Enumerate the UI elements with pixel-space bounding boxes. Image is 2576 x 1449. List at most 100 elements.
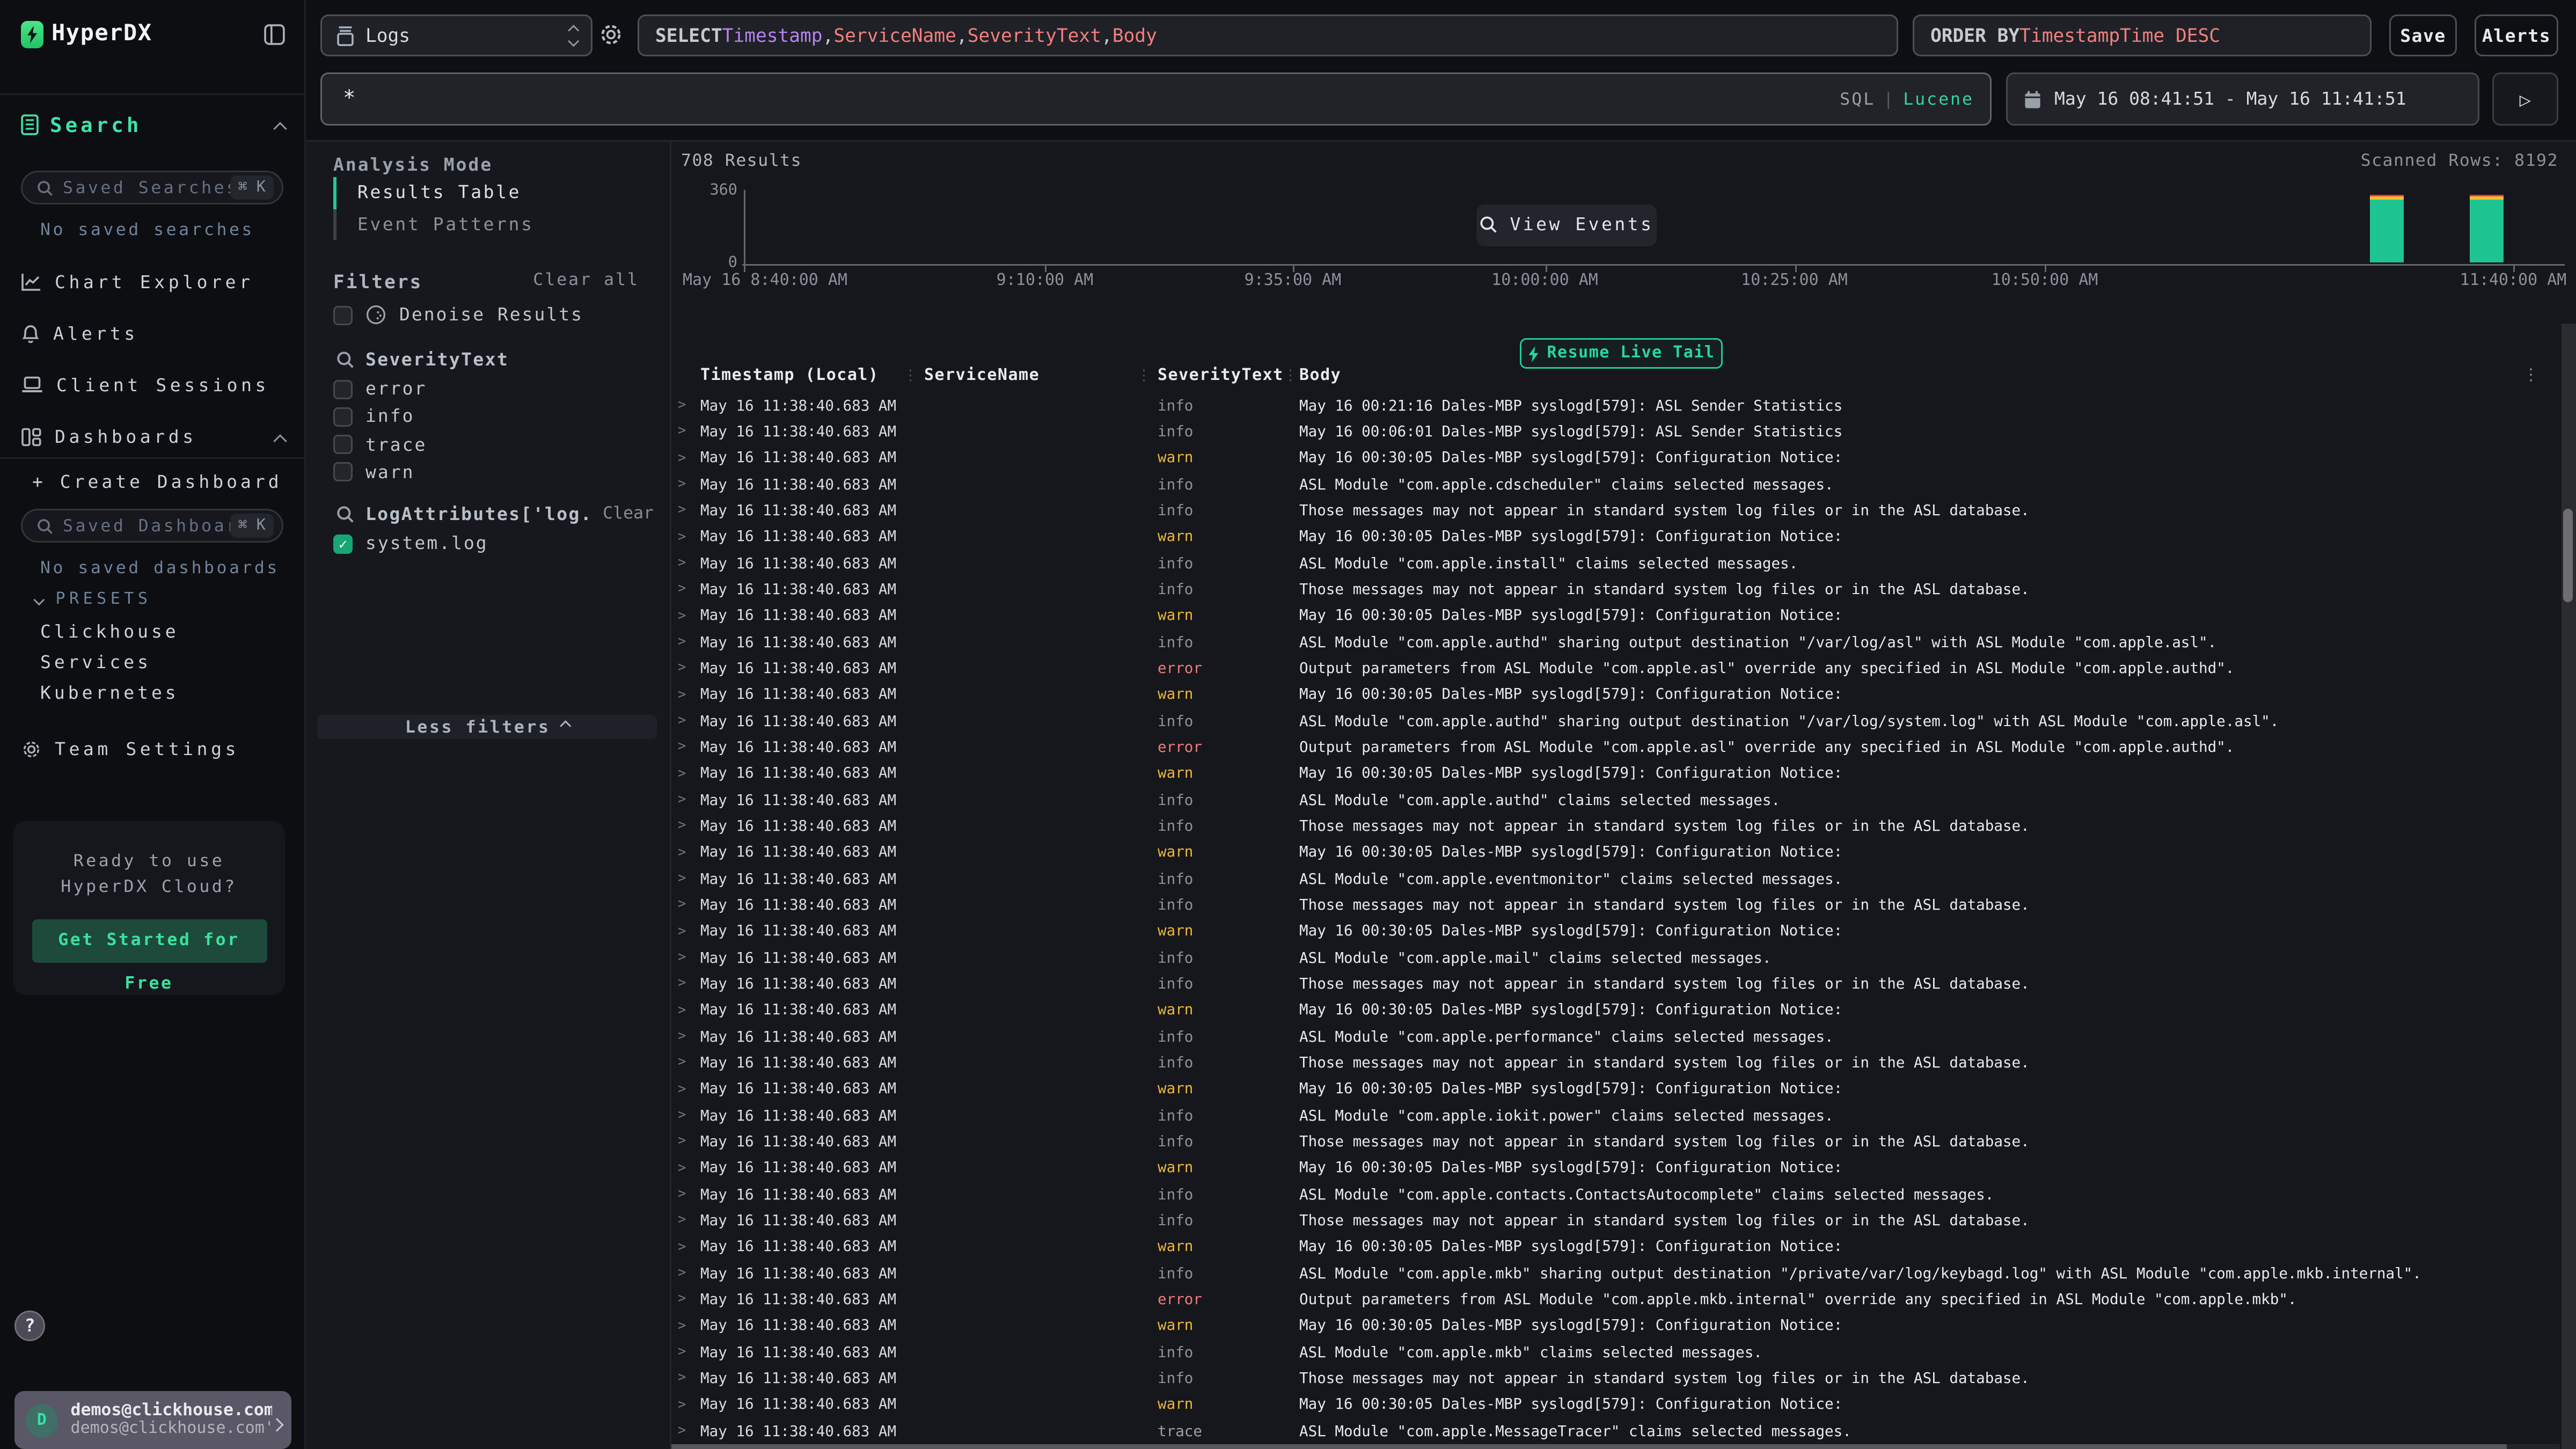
table-row[interactable]: >May 16 11:38:40.683 AMwarnMay 16 00:30:… (671, 603, 2560, 630)
search-icon[interactable] (336, 505, 354, 523)
table-row[interactable]: >May 16 11:38:40.683 AMwarnMay 16 00:30:… (671, 445, 2560, 472)
column-drag-icon[interactable]: ⋮ (1137, 369, 1151, 385)
table-row[interactable]: >May 16 11:38:40.683 AMwarnMay 16 00:30:… (671, 919, 2560, 945)
user-menu[interactable]: D demos@clickhouse.com demos@clickhouse.… (14, 1391, 291, 1449)
filter-option-warn[interactable]: warn (333, 460, 654, 485)
table-row[interactable]: >May 16 11:38:40.683 AMwarnMay 16 00:30:… (671, 524, 2560, 551)
table-row[interactable]: >May 16 11:38:40.683 AMwarnMay 16 00:30:… (671, 1234, 2560, 1261)
row-expand-icon[interactable]: > (678, 1108, 686, 1124)
row-expand-icon[interactable]: > (678, 398, 686, 414)
row-expand-icon[interactable]: > (678, 424, 686, 440)
table-row[interactable]: >May 16 11:38:40.683 AMinfoThose message… (671, 814, 2560, 840)
table-row[interactable]: >May 16 11:38:40.683 AMinfoASL Module "c… (671, 551, 2560, 577)
row-expand-icon[interactable]: > (678, 766, 686, 782)
table-row[interactable]: >May 16 11:38:40.683 AMinfoThose message… (671, 1050, 2560, 1077)
col-timestamp[interactable]: Timestamp (Local) (700, 367, 879, 385)
row-expand-icon[interactable]: > (678, 450, 686, 466)
column-drag-icon[interactable]: ⋮ (903, 369, 918, 385)
col-servicename[interactable]: ServiceName (924, 367, 1040, 385)
clear-all-button[interactable]: Clear all (533, 270, 639, 290)
search-icon[interactable] (336, 350, 354, 368)
row-expand-icon[interactable]: > (678, 818, 686, 835)
table-row[interactable]: >May 16 11:38:40.683 AMinfoASL Module "c… (671, 787, 2560, 814)
table-row[interactable]: >May 16 11:38:40.683 AMinfoMay 16 00:21:… (671, 393, 2560, 419)
row-expand-icon[interactable]: > (678, 1160, 686, 1176)
table-row[interactable]: >May 16 11:38:40.683 AMwarnMay 16 00:30:… (671, 840, 2560, 866)
warn-checkbox[interactable] (333, 463, 353, 482)
source-settings-gear-icon[interactable] (599, 23, 623, 47)
row-expand-icon[interactable]: > (678, 713, 686, 729)
table-row[interactable]: >May 16 11:38:40.683 AMinfoASL Module "c… (671, 1340, 2560, 1366)
row-expand-icon[interactable]: > (678, 477, 686, 493)
row-expand-icon[interactable]: > (678, 1318, 686, 1334)
histogram-bar[interactable] (2370, 195, 2404, 264)
select-clause-input[interactable]: SELECT Timestamp, ServiceName, SeverityT… (638, 14, 1898, 56)
tab-event-patterns[interactable]: Event Patterns (333, 209, 641, 240)
horizontal-scrollbar[interactable] (671, 1444, 2560, 1449)
filter-option-info[interactable]: info (333, 405, 654, 429)
table-row[interactable]: >May 16 11:38:40.683 AMinfoThose message… (671, 1366, 2560, 1392)
row-expand-icon[interactable]: > (678, 608, 686, 624)
run-query-button[interactable]: ▷ (2492, 72, 2558, 126)
table-row[interactable]: >May 16 11:38:40.683 AMinfoASL Module "c… (671, 1103, 2560, 1129)
table-row[interactable]: >May 16 11:38:40.683 AMwarnMay 16 00:30:… (671, 1155, 2560, 1182)
search-query-input[interactable]: * SQL|Lucene (320, 72, 1992, 126)
table-row[interactable]: >May 16 11:38:40.683 AMinfoMay 16 00:06:… (671, 419, 2560, 445)
denoise-checkbox[interactable] (333, 305, 353, 325)
sidebar-item-search[interactable]: Search (21, 109, 285, 138)
table-row[interactable]: >May 16 11:38:40.683 AMwarnMay 16 00:30:… (671, 998, 2560, 1024)
time-range-picker[interactable]: May 16 08:41:51 - May 16 11:41:51 (2006, 72, 2479, 126)
row-expand-icon[interactable]: > (678, 1397, 686, 1413)
row-expand-icon[interactable]: > (678, 924, 686, 940)
system.log-checkbox[interactable]: ✓ (333, 534, 353, 553)
saved-dashboards-input[interactable]: Saved Dashboards ⌘ K (21, 509, 283, 543)
table-row[interactable]: >May 16 11:38:40.683 AMinfoThose message… (671, 1208, 2560, 1234)
info-checkbox[interactable] (333, 407, 353, 426)
table-row[interactable]: >May 16 11:38:40.683 AMinfoASL Module "c… (671, 866, 2560, 892)
filter-option-error[interactable]: error (333, 377, 654, 401)
table-row[interactable]: >May 16 11:38:40.683 AMinfoASL Module "c… (671, 1261, 2560, 1287)
query-language-toggle[interactable]: SQL|Lucene (1840, 90, 1974, 109)
row-expand-icon[interactable]: > (678, 661, 686, 677)
filter-option-system.log[interactable]: ✓system.log (333, 531, 654, 555)
denoise-filter-row[interactable]: Denoise Results (333, 303, 654, 327)
row-expand-icon[interactable]: > (678, 1344, 686, 1360)
preset-kubernetes[interactable]: Kubernetes (40, 683, 179, 704)
vertical-scrollbar[interactable] (2561, 324, 2576, 1449)
table-row[interactable]: >May 16 11:38:40.683 AMwarnMay 16 00:30:… (671, 682, 2560, 708)
table-row[interactable]: >May 16 11:38:40.683 AMinfoASL Module "c… (671, 630, 2560, 656)
sql-toggle[interactable]: SQL (1840, 90, 1875, 109)
help-button[interactable]: ? (14, 1311, 45, 1341)
row-expand-icon[interactable]: > (678, 529, 686, 545)
row-expand-icon[interactable]: > (678, 555, 686, 572)
table-row[interactable]: >May 16 11:38:40.683 AMerrorOutput param… (671, 1287, 2560, 1313)
table-row[interactable]: >May 16 11:38:40.683 AMtraceASL Module "… (671, 1418, 2560, 1443)
col-severitytext[interactable]: SeverityText (1158, 367, 1284, 385)
results-histogram[interactable]: 360 0 May 16 8:40:00 AM9:10:00 AM9:35:00… (671, 142, 2576, 295)
table-row[interactable]: >May 16 11:38:40.683 AMwarnMay 16 00:30:… (671, 1077, 2560, 1103)
table-row[interactable]: >May 16 11:38:40.683 AMinfoThose message… (671, 971, 2560, 998)
row-expand-icon[interactable]: > (678, 792, 686, 808)
order-by-input[interactable]: ORDER BY TimestampTime DESC (1913, 14, 2372, 56)
column-drag-icon[interactable]: ⋮ (1283, 369, 1298, 385)
table-row[interactable]: >May 16 11:38:40.683 AMwarnMay 16 00:30:… (671, 761, 2560, 787)
preset-clickhouse[interactable]: Clickhouse (40, 621, 179, 642)
sidebar-item-client-sessions[interactable]: Client Sessions (21, 365, 285, 404)
table-row[interactable]: >May 16 11:38:40.683 AMinfoThose message… (671, 577, 2560, 603)
vertical-scrollbar-thumb[interactable] (2564, 509, 2573, 602)
tab-results-table[interactable]: Results Table (333, 177, 641, 209)
table-row[interactable]: >May 16 11:38:40.683 AMinfoASL Module "c… (671, 708, 2560, 735)
row-expand-icon[interactable]: > (678, 1292, 686, 1308)
horizontal-scrollbar-thumb[interactable] (671, 1444, 2507, 1449)
less-filters-button[interactable]: Less filters (317, 715, 657, 739)
col-body[interactable]: Body (1299, 367, 1341, 385)
table-row[interactable]: >May 16 11:38:40.683 AMerrorOutput param… (671, 656, 2560, 682)
sidebar-collapse-icon[interactable] (264, 24, 285, 45)
row-expand-icon[interactable]: > (678, 1134, 686, 1150)
row-expand-icon[interactable]: > (678, 897, 686, 913)
table-row[interactable]: >May 16 11:38:40.683 AMinfoThose message… (671, 892, 2560, 919)
row-expand-icon[interactable]: > (678, 740, 686, 756)
table-row[interactable]: >May 16 11:38:40.683 AMinfoASL Module "c… (671, 472, 2560, 498)
row-expand-icon[interactable]: > (678, 634, 686, 650)
presets-header[interactable]: PRESETS (35, 591, 151, 609)
